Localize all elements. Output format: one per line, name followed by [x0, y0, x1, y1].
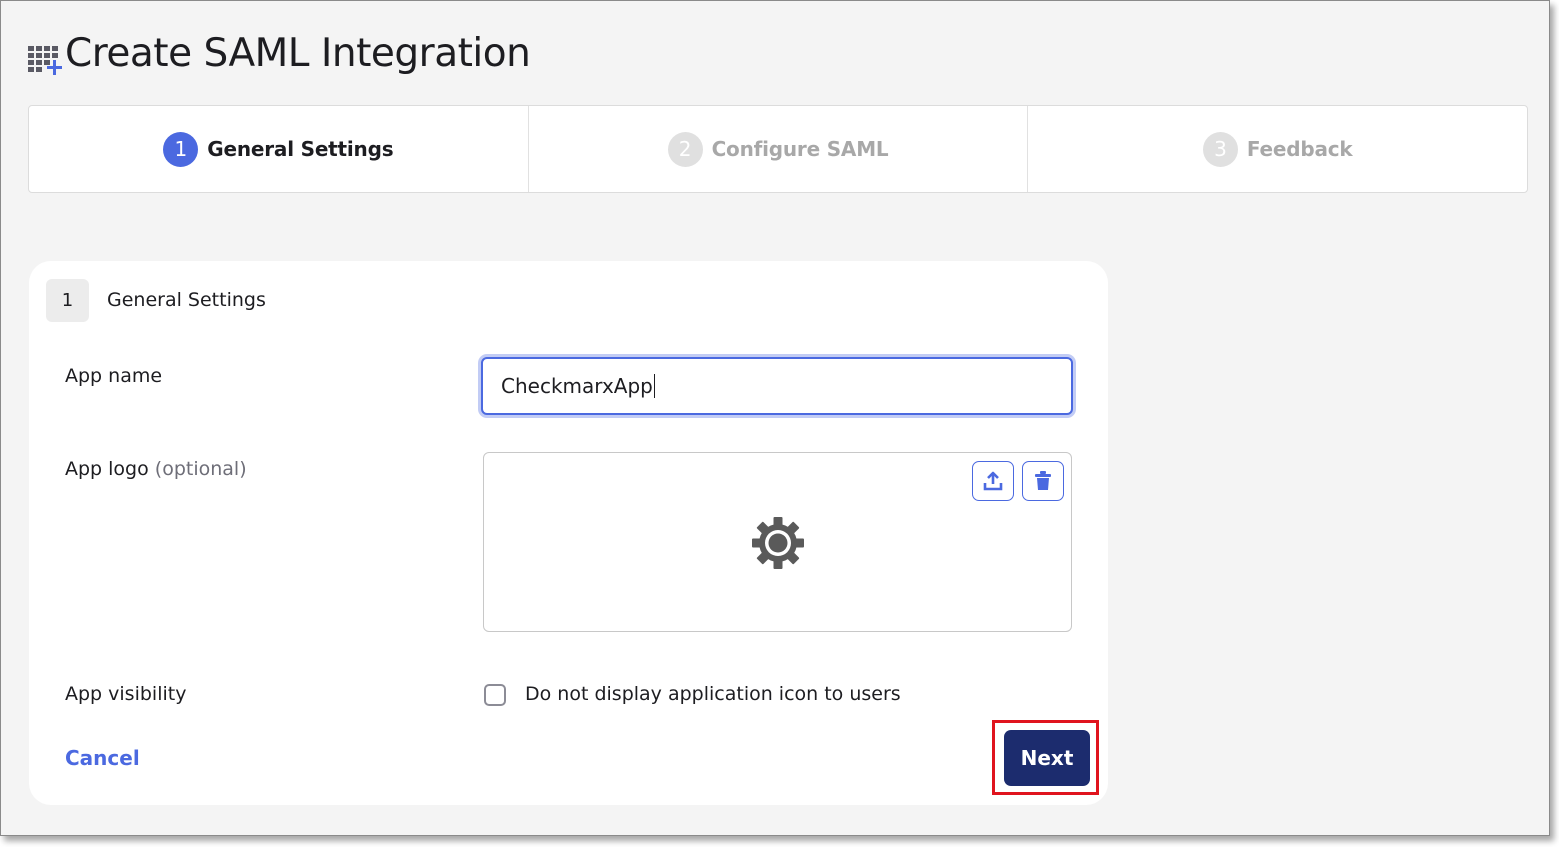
- app-name-input[interactable]: CheckmarxApp: [481, 357, 1073, 415]
- cancel-button[interactable]: Cancel: [65, 746, 140, 770]
- step-feedback[interactable]: 3 Feedback: [1028, 106, 1527, 192]
- step-label: General Settings: [207, 137, 394, 161]
- next-button[interactable]: Next: [1004, 730, 1090, 786]
- page-title: Create SAML Integration: [65, 31, 531, 76]
- page-header: Create SAML Integration: [27, 31, 531, 76]
- step-configure-saml[interactable]: 2 Configure SAML: [529, 106, 1029, 192]
- app-name-label: App name: [65, 365, 163, 387]
- delete-logo-button[interactable]: [1022, 461, 1064, 501]
- section-number-badge: 1: [46, 279, 89, 322]
- upload-icon: [983, 471, 1003, 491]
- app-visibility-label: App visibility: [65, 683, 187, 705]
- step-number-badge: 2: [667, 131, 703, 167]
- text-caret: [653, 374, 655, 398]
- section-title: General Settings: [107, 289, 266, 311]
- app-logo-label: App logo (optional): [65, 458, 247, 480]
- hide-app-icon-checkbox[interactable]: [484, 684, 506, 706]
- step-general-settings[interactable]: 1 General Settings: [29, 106, 529, 192]
- app-name-value: CheckmarxApp: [501, 374, 653, 398]
- upload-logo-button[interactable]: [972, 461, 1014, 501]
- trash-icon: [1035, 471, 1051, 490]
- step-label: Feedback: [1246, 137, 1353, 161]
- step-number-badge: 1: [163, 131, 199, 167]
- optional-hint: (optional): [154, 458, 247, 480]
- app-logo-label-text: App logo: [65, 458, 149, 480]
- add-app-icon: [27, 33, 63, 75]
- gear-icon: [750, 515, 806, 571]
- step-label: Configure SAML: [711, 137, 889, 161]
- hide-app-icon-checkbox-label[interactable]: Do not display application icon to users: [525, 683, 901, 705]
- step-number-badge: 3: [1202, 131, 1238, 167]
- general-settings-card: 1 General Settings App name CheckmarxApp…: [29, 261, 1108, 805]
- app-logo-dropzone[interactable]: [483, 452, 1072, 632]
- app-window: Create SAML Integration 1 General Settin…: [0, 0, 1550, 836]
- wizard-stepper: 1 General Settings 2 Configure SAML 3 Fe…: [28, 105, 1528, 193]
